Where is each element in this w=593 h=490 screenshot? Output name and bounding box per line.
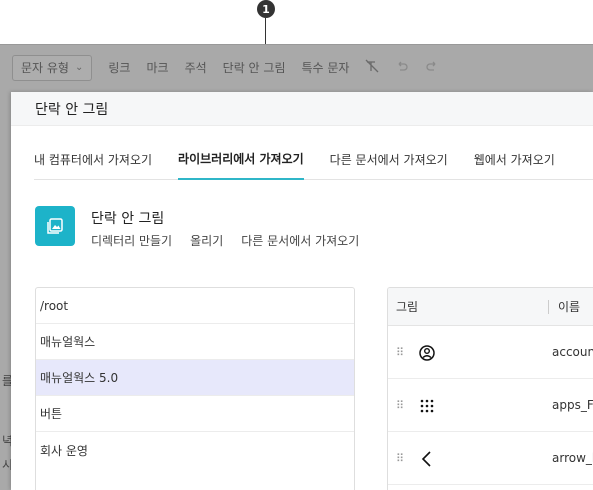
folder-item[interactable]: 회사 운영: [36, 432, 354, 468]
column-divider[interactable]: [548, 300, 549, 314]
image-file-name: arrow_b: [552, 451, 593, 465]
image-library-icon: [35, 206, 75, 246]
folder-tree: /root 매뉴얼웍스 매뉴얼웍스 5.0 버튼 회사 운영: [35, 287, 355, 490]
callout-badge: 1: [257, 0, 275, 18]
table-row[interactable]: ⠿ account: [388, 326, 593, 379]
tab-my-computer[interactable]: 내 컴퓨터에서 가져오기: [34, 140, 152, 180]
redo-icon[interactable]: [425, 59, 439, 77]
source-tabs: 내 컴퓨터에서 가져오기 라이브러리에서 가져오기 다른 문서에서 가져오기 웹…: [34, 140, 593, 180]
library-header: 단락 안 그림 디렉터리 만들기 올리기 다른 문서에서 가져오기: [35, 206, 359, 249]
editor-toolbar: 문자 유형 ⌄ 링크 마크 주석 단락 안 그림 특수 문자: [0, 44, 593, 90]
image-dialog: 단락 안 그림 내 컴퓨터에서 가져오기 라이브러리에서 가져오기 다른 문서에…: [11, 92, 593, 490]
image-file-name: apps_Fl: [552, 398, 593, 412]
text-style-select[interactable]: 문자 유형 ⌄: [12, 54, 93, 81]
apps-grid-icon: [420, 399, 434, 413]
folder-item[interactable]: 매뉴얼웍스: [36, 324, 354, 360]
table-row[interactable]: ⠿ arrow_b: [388, 432, 593, 485]
table-row[interactable]: ⠿ apps_Fl: [388, 379, 593, 432]
drag-handle-icon[interactable]: ⠿: [396, 346, 404, 359]
tab-other-document[interactable]: 다른 문서에서 가져오기: [330, 140, 448, 180]
drag-handle-icon[interactable]: ⠿: [396, 452, 404, 465]
column-header-name[interactable]: 이름: [558, 298, 580, 315]
drag-handle-icon[interactable]: ⠿: [396, 399, 404, 412]
tab-web[interactable]: 웹에서 가져오기: [474, 140, 555, 180]
folder-item[interactable]: 버튼: [36, 396, 354, 432]
image-table: 그림 이름 ⠿ account ⠿ apps_Fl ⠿: [387, 287, 593, 490]
arrow-back-icon: [421, 451, 431, 467]
clear-format-icon[interactable]: [365, 59, 379, 77]
undo-icon[interactable]: [395, 59, 409, 77]
tab-library[interactable]: 라이브러리에서 가져오기: [178, 140, 304, 180]
upload-link[interactable]: 올리기: [190, 232, 223, 249]
library-title: 단락 안 그림: [91, 211, 165, 227]
image-file-name: account: [552, 345, 593, 359]
column-header-image: 그림: [396, 300, 419, 314]
import-from-document-link[interactable]: 다른 문서에서 가져오기: [241, 232, 359, 249]
dialog-title: 단락 안 그림: [35, 101, 109, 118]
inline-image-button[interactable]: 단락 안 그림: [223, 59, 286, 76]
folder-item-selected[interactable]: 매뉴얼웍스 5.0: [36, 360, 354, 396]
mark-button[interactable]: 마크: [146, 59, 168, 76]
dialog-header: 단락 안 그림: [11, 92, 593, 126]
create-directory-link[interactable]: 디렉터리 만들기: [91, 232, 172, 249]
account-circle-icon: [419, 345, 435, 361]
special-char-button[interactable]: 특수 문자: [302, 59, 350, 76]
text-style-value: 문자 유형: [21, 61, 69, 75]
comment-button[interactable]: 주석: [185, 59, 207, 76]
image-table-header: 그림 이름: [388, 288, 593, 326]
link-button[interactable]: 링크: [108, 59, 130, 76]
chevron-down-icon: ⌄: [74, 62, 84, 73]
folder-item[interactable]: /root: [36, 288, 354, 324]
